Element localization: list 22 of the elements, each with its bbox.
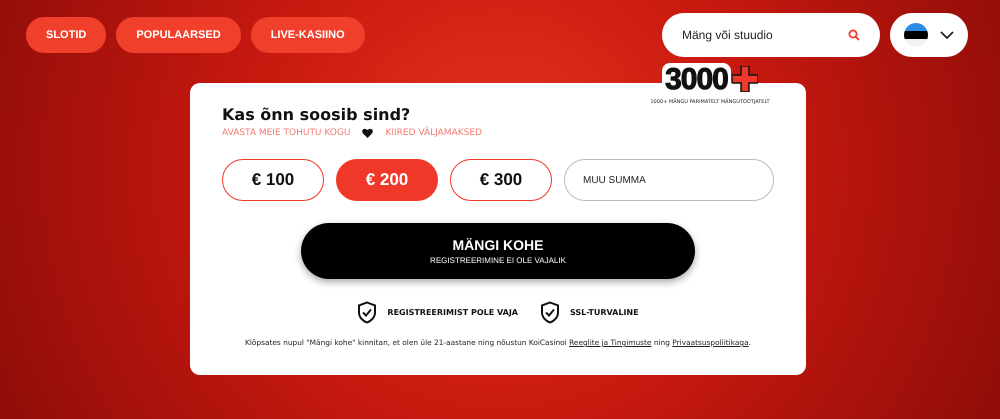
heart-icon <box>362 128 374 138</box>
card-title: Kas õnn soosib sind? <box>222 105 412 124</box>
flag-icon <box>904 23 928 47</box>
badge-label: SSL-TURVALINE <box>570 308 639 317</box>
tagline: AVASTA MEIE TOHUTU KOGU <box>222 128 350 138</box>
language-selector[interactable] <box>890 13 968 57</box>
shield-check-icon <box>357 301 378 324</box>
tagline: KIIRED VÄLJAMAKSED <box>385 128 482 138</box>
nav-link[interactable]: SLOTID <box>26 17 106 53</box>
amount-button[interactable]: € 100 <box>222 159 324 201</box>
nav-link[interactable]: LIVE-KASIINO <box>250 17 365 53</box>
custom-amount-field[interactable]: MUU SUMMA <box>564 159 774 201</box>
nav-link[interactable]: POPULAARSED <box>116 17 241 53</box>
play-now-button[interactable]: MÄNGI KOHE REGISTREERIMINE EI OLE VAJALIK <box>301 223 695 279</box>
search-icon <box>848 29 860 41</box>
amount-button[interactable]: € 200 <box>336 159 438 201</box>
amount-button[interactable]: € 300 <box>450 159 552 201</box>
badge-label: REGISTREERIMIST POLE VAJA <box>387 308 518 317</box>
search-field[interactable]: Mäng või stuudio <box>662 13 880 57</box>
shield-check-icon <box>540 301 560 324</box>
chevron-down-icon <box>940 31 954 39</box>
plus-icon <box>732 66 758 92</box>
